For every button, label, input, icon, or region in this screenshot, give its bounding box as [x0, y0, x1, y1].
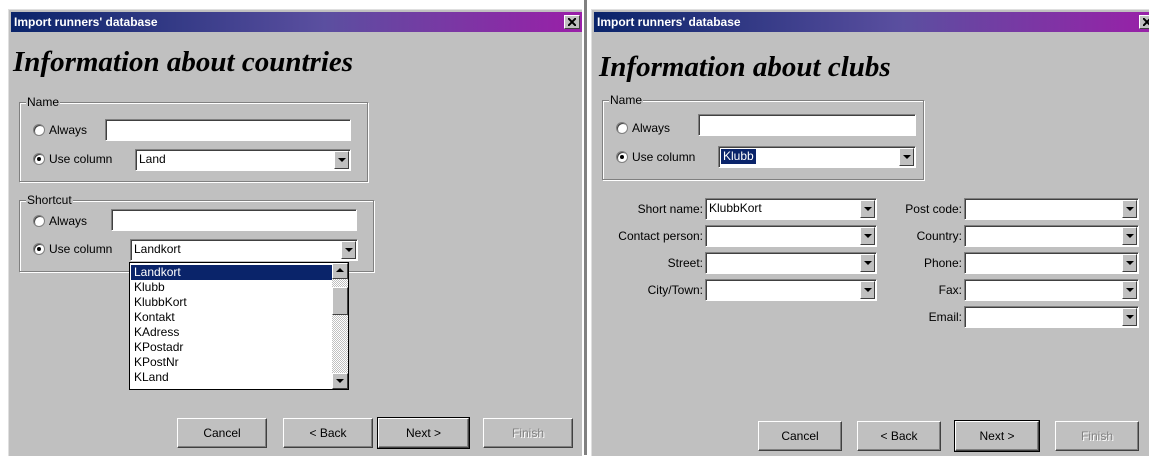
page-title: Information about countries	[13, 46, 354, 78]
shortcut-use-column-label: Use column	[49, 242, 113, 256]
page-title: Information about clubs	[599, 51, 891, 83]
scroll-up-icon[interactable]	[332, 263, 348, 279]
next-button[interactable]: Next >	[377, 417, 470, 449]
phone-label: Phone:	[923, 256, 962, 270]
short-name-select[interactable]: KlubbKort	[705, 198, 877, 220]
import-dialog-countries: Import runners' database Information abo…	[8, 9, 582, 456]
cancel-button[interactable]: Cancel	[177, 418, 267, 448]
chevron-down-icon[interactable]	[899, 148, 914, 166]
shortcut-use-column-radio[interactable]	[33, 243, 45, 255]
name-use-column-radio[interactable]	[616, 151, 628, 163]
name-always-label: Always	[49, 123, 88, 137]
scroll-down-icon[interactable]	[332, 373, 348, 389]
close-icon	[1143, 18, 1149, 26]
name-column-value: Klubb	[720, 148, 757, 165]
close-icon	[568, 18, 576, 26]
chevron-down-icon[interactable]	[1122, 227, 1137, 245]
title-bar: Import runners' database	[594, 12, 1149, 32]
finish-button: Finish	[483, 418, 573, 448]
chevron-down-icon[interactable]	[341, 241, 356, 259]
name-use-column-label: Use column	[632, 150, 696, 164]
email-label: Email:	[928, 310, 962, 324]
name-always-radio[interactable]	[616, 122, 628, 134]
back-button[interactable]: < Back	[857, 421, 941, 451]
dropdown-option[interactable]: KlubbKort	[131, 295, 333, 310]
name-group: Name Always Use column Klubb	[602, 93, 924, 180]
shortcut-always-label: Always	[49, 214, 88, 228]
title-bar: Import runners' database	[11, 12, 582, 32]
dialog-title: Import runners' database	[597, 15, 741, 29]
name-column-value: Land	[139, 152, 166, 166]
shortcut-column-select[interactable]: Landkort	[130, 239, 358, 261]
short-name-value: KlubbKort	[709, 201, 762, 215]
post-code-label: Post code:	[905, 202, 962, 216]
back-button[interactable]: < Back	[283, 418, 373, 448]
shortcut-column-dropdown-list[interactable]: Landkort Klubb KlubbKort Kontakt KAdress…	[129, 262, 349, 390]
city-town-label: City/Town:	[647, 283, 703, 297]
shortcut-column-value: Landkort	[134, 242, 181, 256]
close-button[interactable]	[564, 15, 580, 29]
import-dialog-clubs: Import runners' database Information abo…	[591, 9, 1149, 456]
city-town-select[interactable]	[705, 279, 877, 301]
contact-person-label: Contact person:	[618, 229, 703, 243]
dialog-title: Import runners' database	[14, 15, 158, 29]
country-select[interactable]	[964, 225, 1139, 247]
name-always-input[interactable]	[698, 114, 916, 136]
post-code-select[interactable]	[964, 198, 1139, 220]
dropdown-option[interactable]: KAdress	[131, 325, 333, 340]
name-use-column-label: Use column	[49, 152, 113, 166]
chevron-down-icon[interactable]	[860, 254, 875, 272]
scroll-thumb[interactable]	[332, 287, 348, 315]
dropdown-option[interactable]: Kontakt	[131, 310, 333, 325]
cancel-button[interactable]: Cancel	[758, 421, 842, 451]
street-select[interactable]	[705, 252, 877, 274]
shortcut-always-input[interactable]	[111, 209, 357, 231]
name-always-label: Always	[632, 121, 671, 135]
country-label: Country:	[916, 229, 962, 243]
email-select[interactable]	[964, 306, 1139, 328]
close-button[interactable]	[1139, 15, 1149, 29]
contact-person-select[interactable]	[705, 225, 877, 247]
finish-button: Finish	[1055, 421, 1139, 451]
chevron-down-icon[interactable]	[860, 227, 875, 245]
name-group-label: Name	[26, 95, 61, 109]
dropdown-option[interactable]: KLand	[131, 370, 333, 385]
short-name-label: Short name:	[637, 202, 703, 216]
shortcut-always-radio[interactable]	[33, 215, 45, 227]
shortcut-group-label: Shortcut	[26, 193, 73, 207]
name-use-column-radio[interactable]	[33, 153, 45, 165]
fax-label: Fax:	[938, 283, 962, 297]
chevron-down-icon[interactable]	[1122, 254, 1137, 272]
next-button[interactable]: Next >	[954, 420, 1040, 452]
chevron-down-icon[interactable]	[1122, 308, 1137, 326]
chevron-down-icon[interactable]	[860, 281, 875, 299]
dropdown-option[interactable]: KPostNr	[131, 355, 333, 370]
chevron-down-icon[interactable]	[334, 151, 349, 169]
name-always-radio[interactable]	[33, 124, 45, 136]
dropdown-option[interactable]: Klubb	[131, 280, 333, 295]
chevron-down-icon[interactable]	[1122, 200, 1137, 218]
name-group: Name Always Use column Land	[19, 95, 368, 182]
name-group-label: Name	[609, 93, 644, 107]
street-label: Street:	[667, 256, 703, 270]
dropdown-option[interactable]: Landkort	[131, 265, 333, 280]
dropdown-scrollbar[interactable]	[332, 263, 348, 389]
name-always-input[interactable]	[105, 119, 351, 141]
name-column-select[interactable]: Klubb	[718, 146, 916, 168]
chevron-down-icon[interactable]	[1122, 281, 1137, 299]
name-column-select[interactable]: Land	[135, 149, 351, 171]
fax-select[interactable]	[964, 279, 1139, 301]
screenshot-divider	[584, 0, 587, 455]
phone-select[interactable]	[964, 252, 1139, 274]
chevron-down-icon[interactable]	[860, 200, 875, 218]
dropdown-option[interactable]: KPostadr	[131, 340, 333, 355]
